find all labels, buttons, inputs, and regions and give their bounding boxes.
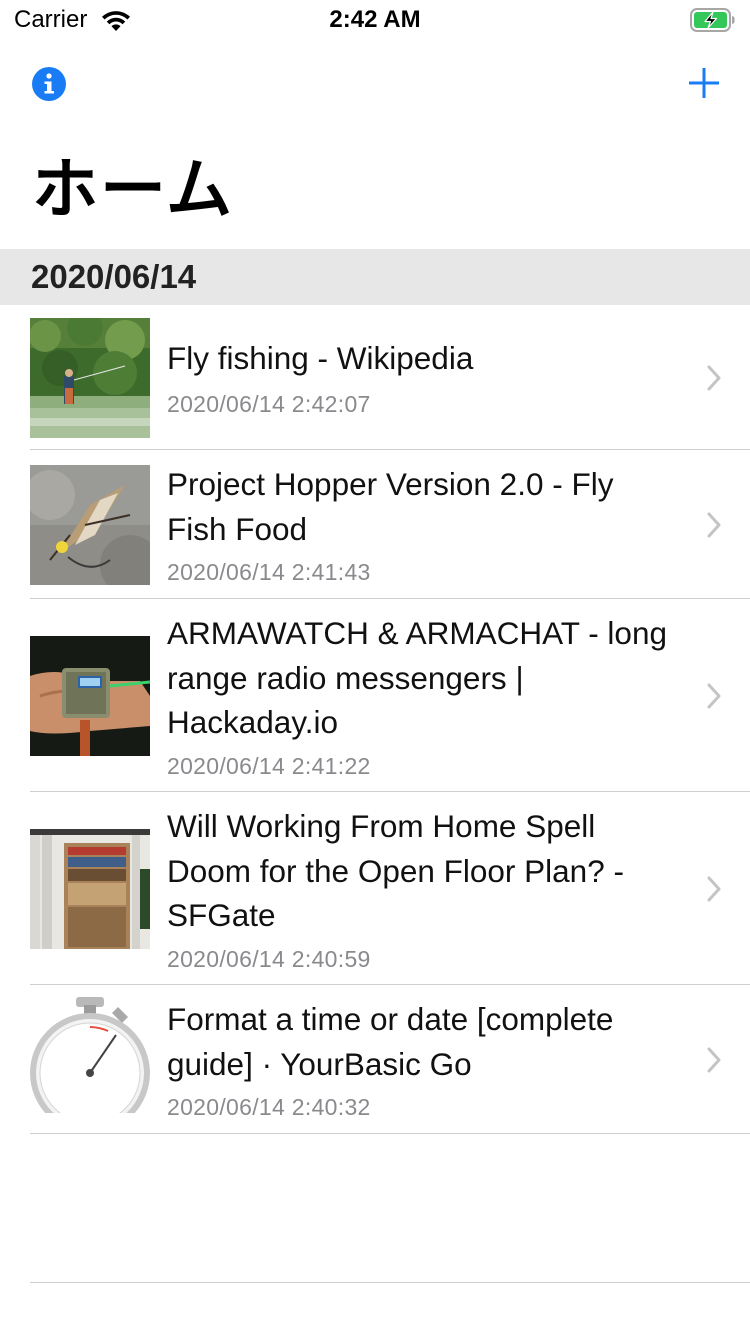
info-circle-icon	[32, 67, 66, 101]
item-title: Format a time or date [complete guide] ·…	[167, 1001, 614, 1082]
chevron-right-icon	[706, 365, 722, 391]
item-date: 2020/06/14 2:40:32	[167, 1094, 371, 1120]
list-item[interactable]: Project Hopper Version 2.0 - Fly Fish Fo…	[0, 450, 750, 599]
list-item[interactable]: Will Working From Home Spell Doom for th…	[0, 792, 750, 985]
list-item[interactable]: ARMAWATCH & ARMACHAT - long range radio …	[0, 599, 750, 792]
info-button[interactable]	[30, 65, 68, 103]
bookmark-list: Fly fishing - Wikipedia 2020/06/14 2:42:…	[0, 305, 750, 1134]
plus-icon	[689, 68, 719, 98]
status-bar: Carrier 2:42 AM	[0, 0, 750, 40]
item-date: 2020/06/14 2:41:22	[167, 753, 371, 779]
chevron-right-icon	[706, 512, 722, 538]
thumbnail-image	[30, 465, 150, 585]
list-item[interactable]: Fly fishing - Wikipedia 2020/06/14 2:42:…	[0, 305, 750, 450]
status-time: 2:42 AM	[329, 6, 421, 33]
add-button[interactable]	[688, 66, 720, 100]
item-title: Fly fishing - Wikipedia	[167, 340, 474, 376]
battery-charging-icon	[690, 8, 736, 32]
item-date: 2020/06/14 2:40:59	[167, 946, 371, 972]
list-item[interactable]: Format a time or date [complete guide] ·…	[0, 985, 750, 1134]
row-separator	[30, 1133, 750, 1134]
chevron-right-icon	[706, 1047, 722, 1073]
chevron-right-icon	[706, 876, 722, 902]
section-header-date: 2020/06/14	[31, 258, 197, 295]
thumbnail-image	[30, 829, 150, 949]
empty-row-separator	[30, 1282, 750, 1283]
thumbnail-image	[30, 993, 150, 1113]
chevron-right-icon	[706, 683, 722, 709]
item-date: 2020/06/14 2:41:43	[167, 559, 371, 585]
thumbnail-image	[30, 636, 150, 756]
page-title: ホーム	[32, 151, 235, 228]
thumbnail-image	[30, 318, 150, 438]
section-header: 2020/06/14	[0, 249, 750, 305]
item-title: ARMAWATCH & ARMACHAT - long range radio …	[167, 615, 667, 740]
item-date: 2020/06/14 2:42:07	[167, 391, 371, 417]
item-title: Project Hopper Version 2.0 - Fly Fish Fo…	[167, 466, 614, 547]
item-title: Will Working From Home Spell Doom for th…	[167, 808, 624, 933]
